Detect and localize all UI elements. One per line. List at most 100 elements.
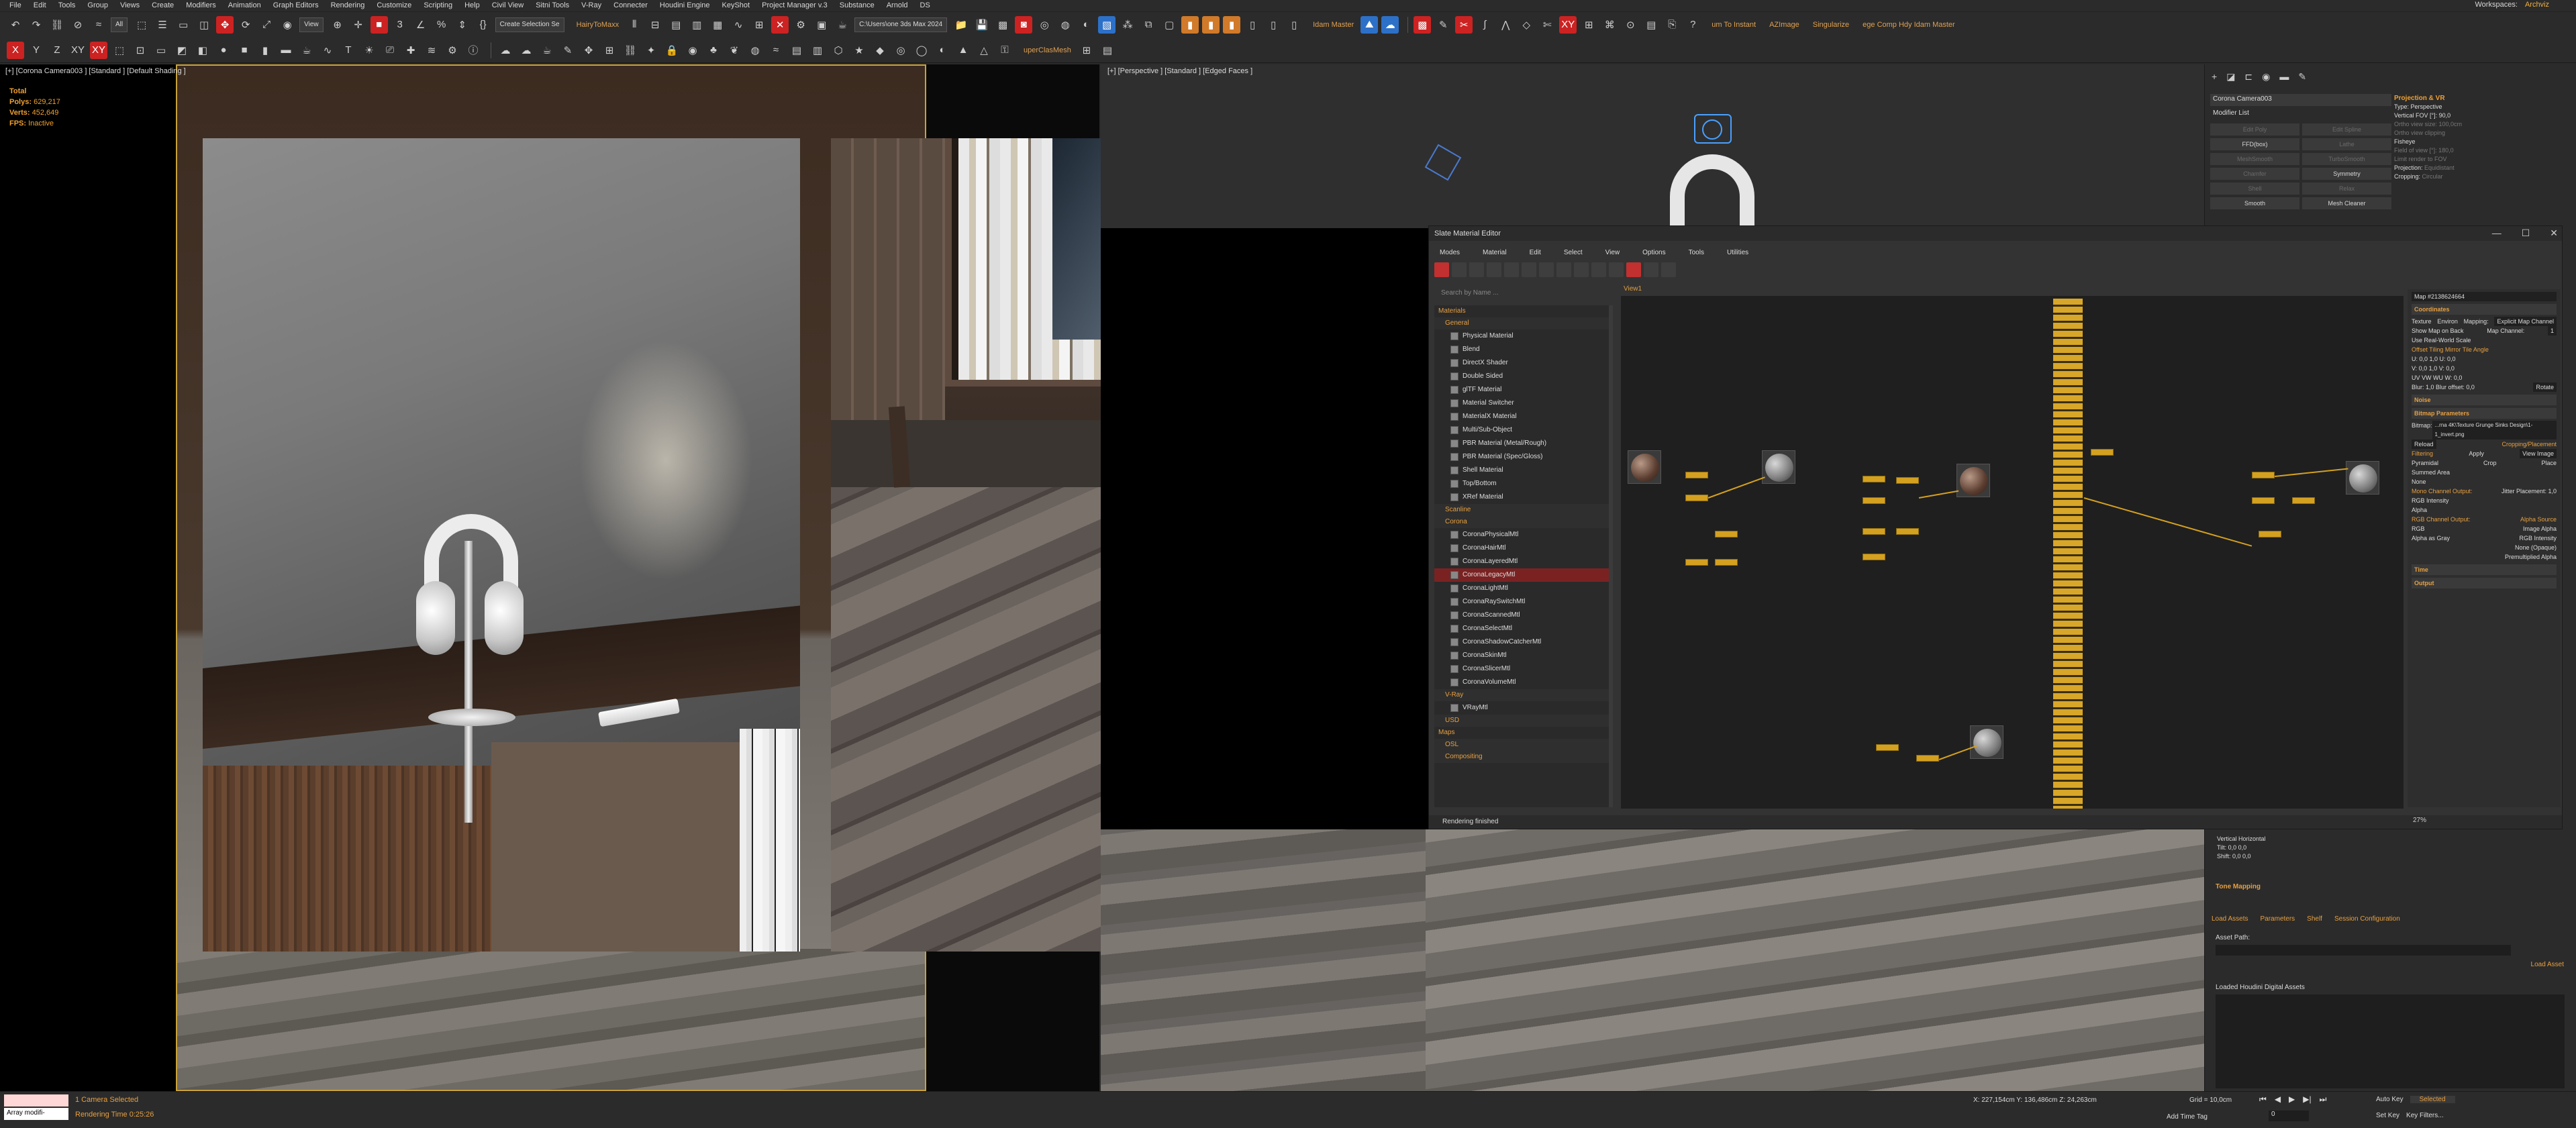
scatter-icon[interactable]: ⁂: [1119, 16, 1136, 34]
material-type-item[interactable]: Multi/Sub-Object: [1434, 423, 1609, 437]
show-background-icon[interactable]: [1574, 262, 1589, 277]
modifier-button[interactable]: MeshSmooth: [2210, 153, 2299, 165]
menu-item[interactable]: Rendering: [331, 1, 365, 9]
material-type-item[interactable]: Shell Material: [1434, 464, 1609, 477]
environ-radio[interactable]: Environ: [2437, 317, 2458, 326]
menu-item[interactable]: V-Ray: [581, 1, 601, 9]
workspaces-value[interactable]: Archviz: [2525, 1, 2549, 9]
material-type-item[interactable]: CoronaLightMtl: [1434, 582, 1609, 595]
apply-checkbox[interactable]: Apply: [2469, 449, 2484, 458]
scene-explorer-icon[interactable]: ▤: [667, 16, 685, 34]
nav-icon[interactable]: [1661, 262, 1676, 277]
menu-item[interactable]: DS: [920, 1, 930, 9]
corona-ipr-icon[interactable]: ◎: [1036, 16, 1053, 34]
material-map-browser[interactable]: Materials General Physical Material Blend Di…: [1434, 305, 1609, 807]
object-name-field[interactable]: Corona Camera003: [2210, 94, 2391, 106]
display-tab-icon[interactable]: ▬: [2279, 71, 2289, 83]
select-scale-icon[interactable]: ⤢: [258, 16, 275, 34]
slate-menu-item[interactable]: Modes: [1440, 249, 1460, 260]
tool-curve-icon[interactable]: ∫: [1476, 16, 1493, 34]
map-node[interactable]: [2252, 472, 2275, 478]
render-setup-icon[interactable]: ⚙: [792, 16, 809, 34]
close-icon[interactable]: ✕: [2550, 227, 2558, 239]
bind-space-warp-icon[interactable]: ≈: [90, 16, 107, 34]
menu-item[interactable]: Substance: [840, 1, 875, 9]
material-node[interactable]: [2346, 461, 2379, 495]
menu-item[interactable]: Tools: [58, 1, 76, 9]
idam-master-label[interactable]: Idam Master: [1313, 21, 1354, 29]
xy-plane-icon[interactable]: XY: [69, 42, 87, 59]
modifier-button[interactable]: Edit Poly: [2210, 123, 2299, 136]
pan-icon[interactable]: ✥: [580, 42, 597, 59]
menu-item[interactable]: Graph Editors: [273, 1, 319, 9]
menu-item[interactable]: Scripting: [424, 1, 452, 9]
node-canvas[interactable]: [1621, 296, 2404, 809]
light-icon[interactable]: ☀: [360, 42, 378, 59]
coordinates-rollout[interactable]: Coordinates: [2412, 304, 2557, 315]
real-world-scale-checkbox[interactable]: Use Real-World Scale: [2412, 336, 2557, 345]
vertex-icon[interactable]: ⬚: [111, 42, 128, 59]
eye-icon[interactable]: ◉: [684, 42, 701, 59]
border-icon[interactable]: ▭: [152, 42, 170, 59]
place-radio[interactable]: Place: [2541, 458, 2557, 468]
slate-menu-item[interactable]: View: [1605, 249, 1620, 260]
material-type-item[interactable]: Physical Material: [1434, 329, 1609, 343]
schematic-view-icon[interactable]: ⊞: [750, 16, 768, 34]
select-rotate-icon[interactable]: ⟳: [237, 16, 254, 34]
alpha-as-gray-radio[interactable]: Alpha as Gray: [2412, 533, 2450, 543]
menu-item[interactable]: Sitni Tools: [536, 1, 569, 9]
zoom-level[interactable]: 27%: [2413, 817, 2426, 824]
projection-header[interactable]: Projection & VR: [2394, 94, 2575, 103]
select-object-icon[interactable]: ⬚: [133, 16, 150, 34]
map-node[interactable]: [1916, 755, 1939, 762]
xy-plane-active-icon[interactable]: XY: [90, 41, 107, 59]
maxscript-mini-field[interactable]: Array modifi-: [4, 1108, 68, 1120]
layer-manager-icon[interactable]: ▤: [1099, 42, 1116, 59]
archive-icon[interactable]: ▩: [994, 16, 1011, 34]
usd-group[interactable]: USD: [1434, 715, 1609, 727]
link-icon[interactable]: ⛓: [48, 16, 66, 34]
reference-coord-dropdown[interactable]: View: [299, 17, 324, 32]
v-row[interactable]: V: 0,0 1,0 V: 0,0: [2412, 364, 2557, 373]
material-search-input[interactable]: Search by Name ...: [1438, 289, 1610, 299]
render-icon[interactable]: ☕: [834, 16, 851, 34]
maximize-icon[interactable]: ☐: [2522, 227, 2530, 239]
bitmap-path-button[interactable]: ...rna 4K\Texture Grunge Sinks Design\1-…: [2432, 421, 2557, 440]
compositing-group[interactable]: Compositing: [1434, 751, 1609, 763]
material-type-item[interactable]: CoronaLegacyMtl: [1434, 568, 1609, 582]
layout-all-icon[interactable]: [1591, 262, 1606, 277]
lock-icon[interactable]: 🔒: [663, 42, 681, 59]
parameter-editor-icon[interactable]: [1644, 262, 1658, 277]
material-type-item[interactable]: CoronaSelectMtl: [1434, 622, 1609, 635]
general-group[interactable]: General: [1434, 317, 1609, 329]
cloud-a-icon[interactable]: ☁: [497, 42, 514, 59]
show-map-back-checkbox[interactable]: Show Map on Back: [2412, 326, 2464, 336]
material-type-item[interactable]: CoronaScannedMtl: [1434, 609, 1609, 622]
material-type-item[interactable]: Top/Bottom: [1434, 477, 1609, 491]
slate-menu-item[interactable]: Options: [1642, 249, 1665, 260]
asset-path-input[interactable]: [2216, 945, 2511, 956]
show-map-icon[interactable]: [1556, 262, 1571, 277]
tool-red-b-icon[interactable]: ✂: [1455, 15, 1473, 34]
named-selection-dropdown[interactable]: Create Selection Se: [495, 17, 564, 32]
layer-name-label[interactable]: uperClasMesh: [1024, 46, 1071, 54]
map-node[interactable]: [1685, 559, 1708, 566]
percent-snap-icon[interactable]: %: [433, 16, 450, 34]
scanline-group[interactable]: Scanline: [1434, 504, 1609, 516]
load-asset-button[interactable]: Load Asset: [2531, 961, 2564, 968]
menu-item[interactable]: Create: [152, 1, 174, 9]
texture-radio[interactable]: Texture: [2412, 317, 2432, 326]
modifier-button[interactable]: Edit Spline: [2302, 123, 2391, 136]
vertical-fov[interactable]: Vertical FOV [°]: 90,0: [2394, 111, 2575, 120]
rect-selection-icon[interactable]: ▭: [175, 16, 192, 34]
cylinder-icon[interactable]: ▮: [256, 42, 274, 59]
utilities-tab-icon[interactable]: ✎: [2298, 71, 2306, 83]
rgb-intensity-radio[interactable]: RGB Intensity: [2412, 496, 2557, 505]
menu-item[interactable]: Modifiers: [186, 1, 216, 9]
plugin-b-icon[interactable]: ▮: [1202, 15, 1220, 34]
cloud-icon[interactable]: ☁: [1381, 15, 1399, 34]
material-node[interactable]: [1628, 450, 1661, 484]
modifier-button[interactable]: Smooth: [2210, 197, 2299, 209]
put-to-scene-icon[interactable]: [1469, 262, 1484, 277]
map-node[interactable]: [1715, 559, 1738, 566]
